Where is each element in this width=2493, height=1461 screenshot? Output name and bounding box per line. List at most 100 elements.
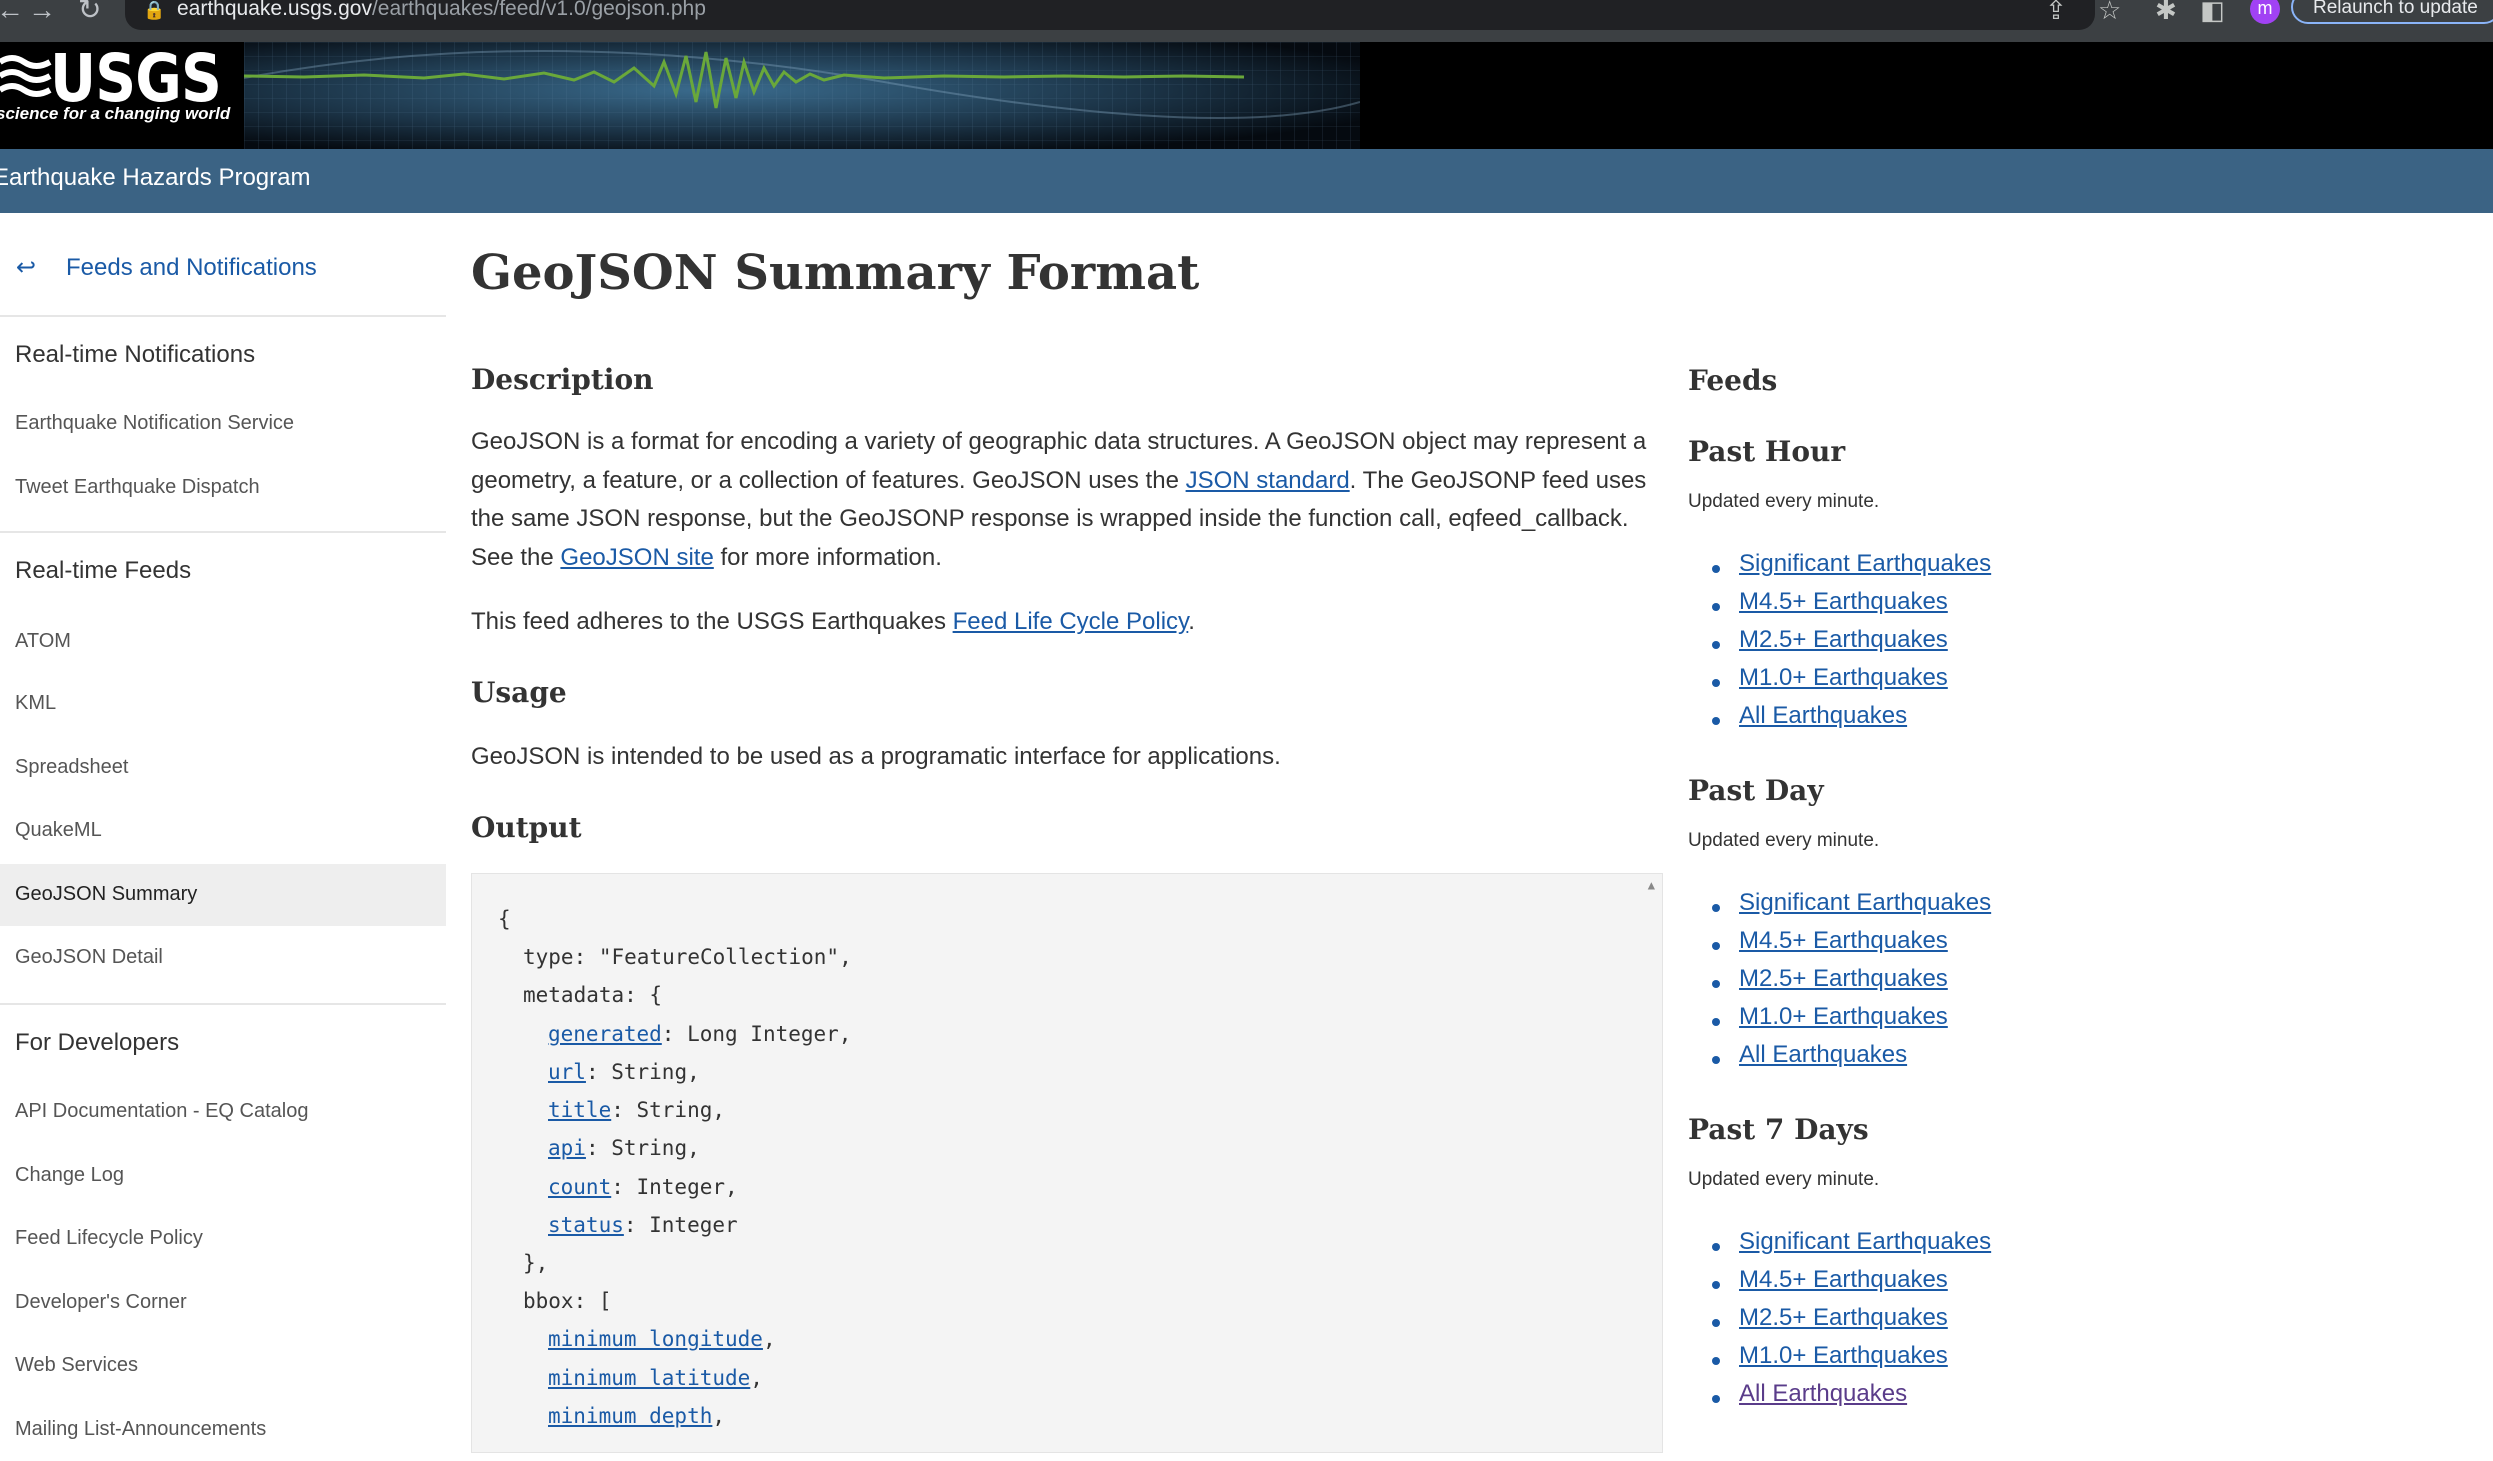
sidebar-item-label: GeoJSON Detail	[15, 946, 163, 968]
sidebar-heading-feeds: Real-time Feeds	[15, 557, 192, 584]
bullet-icon	[1712, 1056, 1720, 1064]
output-heading: Output	[471, 811, 582, 844]
lock-icon: 🔒	[143, 0, 166, 20]
usage-heading: Usage	[471, 676, 567, 709]
program-bar: Earthquake Hazards Program	[0, 149, 2493, 213]
url-text[interactable]: earthquake.usgs.gov/earthquakes/feed/v1.…	[177, 0, 706, 21]
past-hour-heading: Past Hour	[1688, 435, 1846, 468]
back-to-feeds-link[interactable]: ↩ Feeds and Notifications	[16, 253, 317, 282]
geojson-site-link[interactable]: GeoJSON site	[560, 544, 713, 571]
sidebar-item-web-services[interactable]: Web Services	[0, 1335, 446, 1397]
sidebar-item-tweet-dispatch[interactable]: Tweet Earthquake Dispatch	[0, 457, 446, 519]
json-standard-link[interactable]: JSON standard	[1186, 467, 1350, 494]
sidebar-item-notification-service[interactable]: Earthquake Notification Service	[0, 393, 446, 455]
feed-link-day-m45[interactable]: M4.5+ Earthquakes	[1739, 927, 1948, 955]
code-text: : String,	[585, 1136, 700, 1160]
side-panel-icon[interactable]: ◧	[2200, 0, 2225, 23]
code-text: ,	[712, 1404, 726, 1428]
sidebar-item-label: API Documentation - EQ Catalog	[15, 1100, 309, 1122]
code-field-line: url: String,	[548, 1060, 700, 1084]
api-field-link[interactable]: api	[548, 1136, 586, 1160]
arrow-left-icon: ↩	[16, 254, 37, 281]
feed-link-week-all[interactable]: All Earthquakes	[1739, 1380, 1907, 1408]
divider	[0, 315, 446, 317]
usgs-tagline: science for a changing world	[0, 104, 231, 123]
reload-icon[interactable]: ↻	[78, 0, 101, 24]
sidebar-item-lifecycle-policy[interactable]: Feed Lifecycle Policy	[0, 1208, 446, 1270]
bullet-icon	[1712, 603, 1720, 611]
bullet-icon	[1712, 1281, 1720, 1289]
code-block[interactable]: ▲ { type: "FeatureCollection", metadata:…	[471, 873, 1663, 1453]
feed-link-hour-all[interactable]: All Earthquakes	[1739, 702, 1907, 730]
past-7-days-heading: Past 7 Days	[1688, 1113, 1869, 1146]
title-field-link[interactable]: title	[548, 1098, 611, 1122]
generated-field-link[interactable]: generated	[548, 1022, 662, 1046]
share-icon[interactable]: ⇪	[2045, 0, 2067, 23]
bullet-icon	[1712, 1018, 1720, 1026]
back-link-label: Feeds and Notifications	[66, 254, 317, 281]
code-line: {	[498, 907, 511, 931]
feed-link-week-significant[interactable]: Significant Earthquakes	[1739, 1228, 1991, 1256]
bookmark-star-icon[interactable]: ☆	[2098, 0, 2121, 23]
sidebar-item-label: Change Log	[15, 1164, 124, 1186]
site-header: USGS science for a changing world	[0, 40, 2493, 149]
profile-avatar[interactable]: m	[2250, 0, 2280, 24]
relaunch-button[interactable]: Relaunch to update	[2291, 0, 2493, 24]
feed-link-hour-m45[interactable]: M4.5+ Earthquakes	[1739, 588, 1948, 616]
code-field-line: title: String,	[548, 1098, 725, 1122]
status-field-link[interactable]: status	[548, 1213, 624, 1237]
feed-link-week-m25[interactable]: M2.5+ Earthquakes	[1739, 1304, 1948, 1332]
sidebar-item-label: QuakeML	[15, 819, 102, 841]
updated-note: Updated every minute.	[1688, 830, 1880, 851]
back-icon[interactable]: ←	[0, 0, 24, 24]
bullet-icon	[1712, 641, 1720, 649]
feed-link-day-significant[interactable]: Significant Earthquakes	[1739, 889, 1991, 917]
sidebar-item-geojson-detail[interactable]: GeoJSON Detail	[0, 927, 446, 989]
minimum-latitude-link[interactable]: minimum latitude	[548, 1366, 750, 1390]
extensions-puzzle-icon[interactable]: ✱	[2155, 0, 2177, 23]
divider	[0, 1003, 446, 1005]
feed-lifecycle-policy-link[interactable]: Feed Life Cycle Policy	[953, 608, 1189, 635]
minimum-longitude-link[interactable]: minimum longitude	[548, 1327, 763, 1351]
sidebar-item-spreadsheet[interactable]: Spreadsheet	[0, 737, 446, 799]
address-bar[interactable]: 🔒 earthquake.usgs.gov/earthquakes/feed/v…	[125, 0, 2095, 30]
policy-text: This feed adheres to the USGS Earthquake…	[471, 608, 953, 635]
sidebar-item-quakeml[interactable]: QuakeML	[0, 800, 446, 862]
sidebar-item-label: ATOM	[15, 630, 71, 652]
feed-link-hour-m25[interactable]: M2.5+ Earthquakes	[1739, 626, 1948, 654]
code-field-line: minimum longitude,	[548, 1327, 776, 1351]
updated-note: Updated every minute.	[1688, 491, 1880, 512]
bullet-icon	[1712, 679, 1720, 687]
sidebar-item-label: GeoJSON Summary	[15, 883, 198, 905]
scroll-up-icon[interactable]: ▲	[1648, 878, 1655, 892]
sidebar-item-geojson-summary[interactable]: GeoJSON Summary	[0, 864, 446, 926]
bullet-icon	[1712, 1243, 1720, 1251]
bullet-icon	[1712, 1319, 1720, 1327]
feed-link-hour-m10[interactable]: M1.0+ Earthquakes	[1739, 664, 1948, 692]
sidebar-item-atom[interactable]: ATOM	[0, 611, 446, 673]
sidebar-item-change-log[interactable]: Change Log	[0, 1145, 446, 1207]
code-field-line: generated: Long Integer,	[548, 1022, 851, 1046]
program-title[interactable]: Earthquake Hazards Program	[0, 164, 310, 192]
code-line: bbox: [	[523, 1289, 612, 1313]
sidebar-item-kml[interactable]: KML	[0, 673, 446, 735]
usage-paragraph: GeoJSON is intended to be used as a prog…	[471, 743, 1281, 770]
sidebar-heading-notifications: Real-time Notifications	[15, 341, 256, 368]
minimum-depth-link[interactable]: minimum depth	[548, 1404, 712, 1428]
feed-link-day-m25[interactable]: M2.5+ Earthquakes	[1739, 965, 1948, 993]
url-field-link[interactable]: url	[548, 1060, 586, 1084]
forward-icon[interactable]: →	[28, 0, 56, 24]
code-field-line: minimum depth,	[548, 1404, 725, 1428]
usgs-logo[interactable]: USGS science for a changing world	[0, 40, 244, 149]
feed-link-week-m10[interactable]: M1.0+ Earthquakes	[1739, 1342, 1948, 1370]
sidebar-item-api-docs[interactable]: API Documentation - EQ Catalog	[0, 1081, 446, 1143]
bullet-icon	[1712, 942, 1720, 950]
feed-link-day-m10[interactable]: M1.0+ Earthquakes	[1739, 1003, 1948, 1031]
sidebar-item-developers-corner[interactable]: Developer's Corner	[0, 1272, 446, 1334]
count-field-link[interactable]: count	[548, 1175, 611, 1199]
feed-link-week-m45[interactable]: M4.5+ Earthquakes	[1739, 1266, 1948, 1294]
feed-link-hour-significant[interactable]: Significant Earthquakes	[1739, 550, 1991, 578]
feed-link-day-all[interactable]: All Earthquakes	[1739, 1041, 1907, 1069]
page-title: GeoJSON Summary Format	[471, 245, 1200, 301]
sidebar-item-mailing-list[interactable]: Mailing List-Announcements	[0, 1399, 446, 1461]
